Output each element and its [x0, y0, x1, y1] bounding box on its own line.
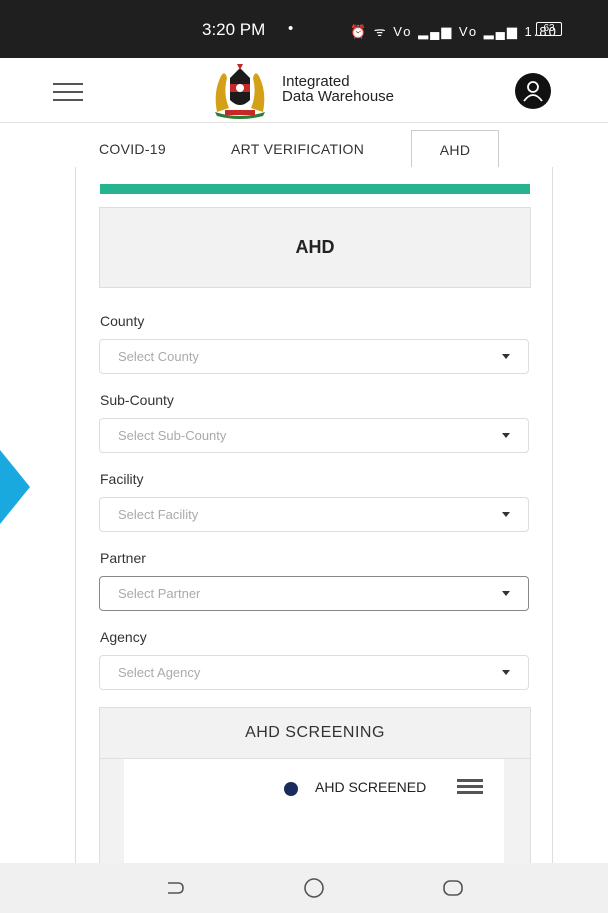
sub-county-select[interactable]: Select Sub-County	[99, 418, 529, 453]
tab-covid-19[interactable]: COVID-19	[99, 130, 166, 168]
battery-icon: 63	[536, 22, 562, 36]
facility-select[interactable]: Select Facility	[99, 497, 529, 532]
agency-placeholder: Select Agency	[118, 665, 201, 680]
partner-label: Partner	[100, 550, 146, 566]
home-icon[interactable]	[302, 876, 326, 900]
tab-ahd[interactable]: AHD	[411, 130, 499, 169]
sub-county-placeholder: Select Sub-County	[118, 428, 227, 443]
status-icons: ⏰ ᯤ Vo ▂▄▆ Vo ▂▄▆ 1.80	[350, 24, 558, 39]
legend-label[interactable]: AHD SCREENED	[315, 779, 426, 795]
app-title-line1: Integrated	[282, 73, 350, 90]
ahd-card-title: AHD	[295, 237, 335, 257]
chart-area: AHD SCREENED	[124, 759, 504, 869]
app-header: Integrated Data Warehouse	[0, 58, 608, 123]
partner-placeholder: Select Partner	[118, 586, 201, 601]
ahd-title-card: AHD	[99, 207, 531, 288]
agency-select[interactable]: Select Agency	[99, 655, 529, 690]
county-placeholder: Select County	[118, 349, 199, 364]
caret-down-icon	[502, 512, 510, 517]
coat-of-arms-logo	[207, 62, 273, 120]
chart-menu-icon[interactable]	[457, 779, 483, 795]
caret-down-icon	[502, 591, 510, 596]
legend-marker[interactable]	[284, 782, 298, 796]
caret-down-icon	[502, 354, 510, 359]
partner-select[interactable]: Select Partner	[99, 576, 529, 611]
status-time: 3:20 PM	[202, 20, 266, 39]
tab-bar: COVID-19 ART VERIFICATION AHD	[0, 130, 608, 169]
recents-icon[interactable]	[441, 876, 465, 900]
facility-placeholder: Select Facility	[118, 507, 199, 522]
accent-bar	[100, 184, 530, 194]
ahd-screening-card: AHD SCREENING AHD SCREENED	[99, 707, 531, 869]
tab-art-verification[interactable]: ART VERIFICATION	[231, 130, 364, 168]
app-title-line2: Data Warehouse	[282, 88, 395, 105]
caret-down-icon	[502, 433, 510, 438]
facility-label: Facility	[100, 471, 144, 487]
ahd-panel: AHD County Select County Sub-County Sele…	[75, 167, 553, 869]
status-bar: 3:20 PM • ⏰ ᯤ Vo ▂▄▆ Vo ▂▄▆ 1.80 63	[0, 0, 608, 58]
back-icon[interactable]	[162, 876, 186, 900]
system-nav-bar	[0, 863, 608, 913]
county-select[interactable]: Select County	[99, 339, 529, 374]
ahd-screening-header: AHD SCREENING	[100, 708, 530, 759]
user-avatar[interactable]	[515, 73, 551, 109]
hamburger-icon[interactable]	[53, 83, 83, 101]
caret-down-icon	[502, 670, 510, 675]
status-notification-dot: •	[288, 20, 294, 37]
agency-label: Agency	[100, 629, 147, 645]
sub-county-label: Sub-County	[100, 392, 174, 408]
user-icon	[523, 81, 543, 102]
side-arrow-icon	[0, 450, 30, 524]
app-title: Integrated Data Warehouse	[282, 74, 394, 104]
county-label: County	[100, 313, 145, 329]
